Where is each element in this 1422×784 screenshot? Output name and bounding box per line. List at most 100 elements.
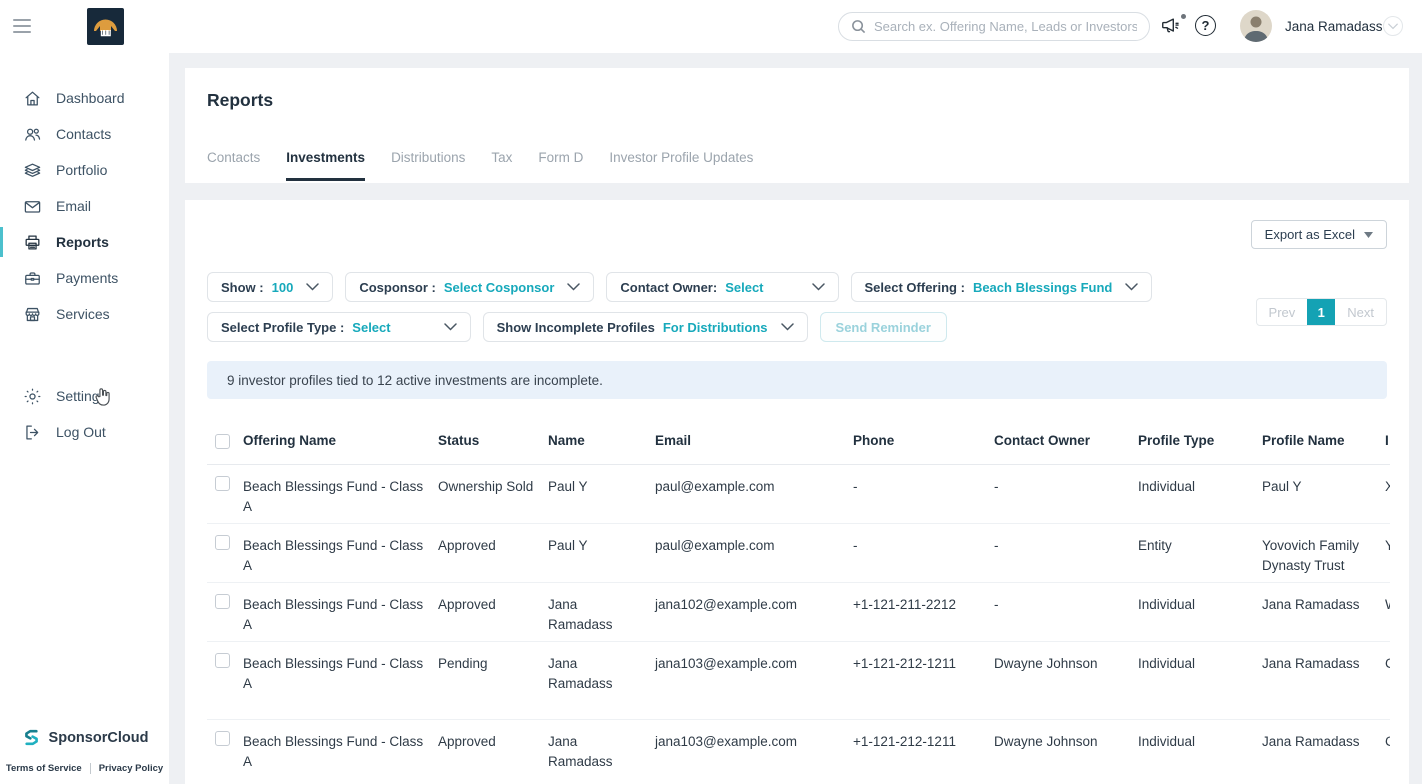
cell-status: Approved [438,583,548,641]
send-reminder-button[interactable]: Send Reminder [820,312,947,342]
megaphone-icon [1160,15,1182,37]
global-search [838,12,1150,41]
cell-contact-owner: - [994,524,1138,582]
user-name[interactable]: Jana Ramadass [1285,19,1383,34]
tab-investments[interactable]: Investments [286,150,365,181]
current-page[interactable]: 1 [1307,298,1335,326]
cell-contact-owner: Dwayne Johnson [994,642,1138,719]
col-phone: Phone [853,425,994,464]
sidebar-item-dashboard[interactable]: Dashboard [0,80,169,116]
prev-page-button[interactable]: Prev [1257,305,1308,320]
sidebar-item-portfolio[interactable]: Portfolio [0,152,169,188]
show-filter[interactable]: Show : 100 [207,272,333,302]
cell-status: Approved [438,524,548,582]
footer-divider [90,763,91,774]
cell-name: Jana Ramadass [548,583,655,641]
incomplete-profiles-banner: 9 investor profiles tied to 12 active in… [207,361,1387,399]
reports-header-card: Reports Contacts Investments Distributio… [185,68,1409,183]
select-offering-filter[interactable]: Select Offering : Beach Blessings Fund [851,272,1153,302]
cell-name: Jana Ramadass [548,720,655,784]
row-checkbox[interactable] [215,653,230,668]
cell-clipped: C [1385,720,1390,784]
table-row: Beach Blessings Fund - Class A Ownership… [207,465,1390,524]
sidebar-item-settings[interactable]: Settings [0,378,169,414]
contact-owner-filter[interactable]: Contact Owner: Select [606,272,838,302]
cell-profile-name: Jana Ramadass [1262,642,1385,719]
privacy-policy-link[interactable]: Privacy Policy [99,763,163,774]
cell-offering: Beach Blessings Fund - Class A [243,465,438,523]
envelope-icon [23,197,42,216]
row-checkbox[interactable] [215,731,230,746]
cosponsor-filter[interactable]: Cosponsor : Select Cosponsor [345,272,594,302]
table-row: Beach Blessings Fund - Class A Approved … [207,524,1390,583]
row-checkbox[interactable] [215,476,230,491]
chevron-down-icon [567,283,580,291]
sidebar-item-email[interactable]: Email [0,188,169,224]
sidebar-item-label: Log Out [56,424,106,440]
help-button[interactable]: ? [1195,15,1216,36]
pagination: Prev 1 Next [1256,298,1387,326]
tab-form-d[interactable]: Form D [538,150,583,181]
home-icon [23,89,42,108]
sidebar-item-label: Services [56,306,110,322]
row-checkbox[interactable] [215,535,230,550]
cell-profile-type: Individual [1138,642,1262,719]
col-status: Status [438,425,548,464]
cell-name: Paul Y [548,465,655,523]
chevron-down-icon [1388,23,1398,30]
select-all-checkbox[interactable] [215,434,230,449]
col-profile-name: Profile Name [1262,425,1385,464]
col-contact-owner: Contact Owner [994,425,1138,464]
layers-icon [23,161,42,180]
sponsorcloud-brand[interactable]: SponsorCloud [0,727,169,748]
table-row: Beach Blessings Fund - Class A Approved … [207,720,1390,784]
cell-email: jana102@example.com [655,583,853,641]
sidebar-item-services[interactable]: Services [0,296,169,332]
tab-investor-profile-updates[interactable]: Investor Profile Updates [609,150,753,181]
cell-phone: +1-121-212-1211 [853,720,994,784]
hamburger-menu-icon[interactable] [13,19,31,33]
sidebar-footer: SponsorCloud Terms of Service Privacy Po… [0,727,169,774]
tab-tax[interactable]: Tax [491,150,512,181]
search-input[interactable] [874,19,1137,34]
chevron-down-icon [812,283,825,291]
contacts-icon [23,125,42,144]
user-avatar[interactable] [1240,10,1272,42]
report-tabs: Contacts Investments Distributions Tax F… [207,150,1387,181]
tab-distributions[interactable]: Distributions [391,150,465,181]
profile-type-filter[interactable]: Select Profile Type : Select [207,312,471,342]
printer-icon [23,233,42,252]
sidebar-item-label: Reports [56,234,109,250]
notification-dot [1181,14,1186,19]
tab-contacts[interactable]: Contacts [207,150,260,181]
table-row: Beach Blessings Fund - Class A Pending J… [207,642,1390,720]
sponsorcloud-logo-icon [21,727,42,748]
sidebar-item-contacts[interactable]: Contacts [0,116,169,152]
sidebar-item-label: Contacts [56,126,111,142]
investments-report-card: Export as Excel Show : 100 Cosponsor : S… [185,200,1409,784]
page-title: Reports [207,90,1387,111]
announcements-button[interactable] [1160,15,1188,39]
logout-icon [23,423,42,442]
cell-profile-type: Entity [1138,524,1262,582]
sidebar-item-logout[interactable]: Log Out [0,414,169,450]
cell-contact-owner: - [994,583,1138,641]
chevron-down-icon [1125,283,1138,291]
next-page-button[interactable]: Next [1335,305,1386,320]
sidebar-item-payments[interactable]: Payments [0,260,169,296]
cell-profile-name: Jana Ramadass [1262,720,1385,784]
export-as-excel-button[interactable]: Export as Excel [1251,220,1387,249]
table-header-row: Offering Name Status Name Email Phone Co… [207,425,1390,465]
col-profile-type: Profile Type [1138,425,1262,464]
incomplete-profiles-filter[interactable]: Show Incomplete Profiles For Distributio… [483,312,808,342]
cell-email: paul@example.com [655,465,853,523]
cell-offering: Beach Blessings Fund - Class A [243,583,438,641]
row-checkbox[interactable] [215,594,230,609]
app-logo[interactable] [87,8,124,45]
sidebar-item-label: Dashboard [56,90,125,106]
cell-status: Ownership Sold [438,465,548,523]
chevron-down-icon [781,323,794,331]
terms-of-service-link[interactable]: Terms of Service [6,763,82,774]
sidebar-item-reports[interactable]: Reports [0,224,169,260]
user-menu-chevron[interactable] [1383,16,1403,36]
